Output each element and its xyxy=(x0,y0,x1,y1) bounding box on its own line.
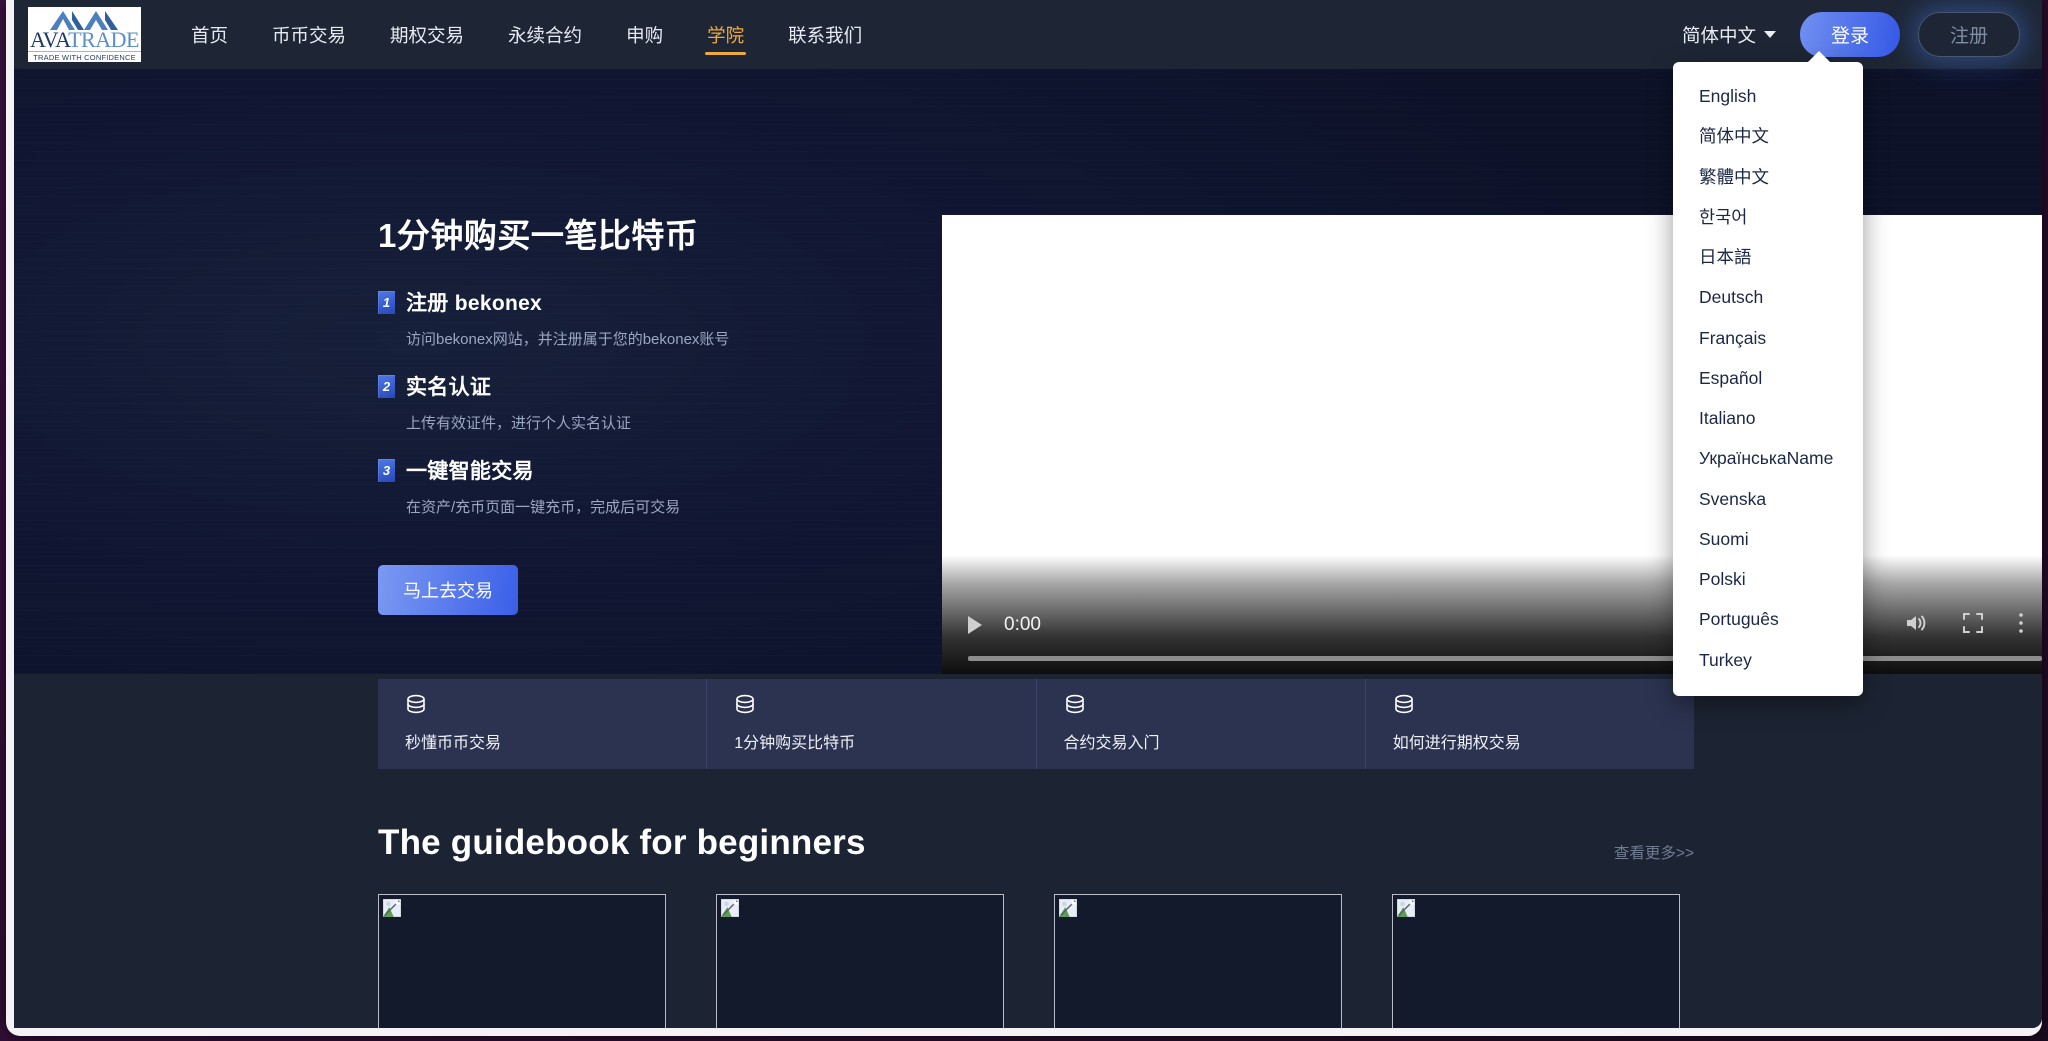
guidebook-view-more-link[interactable]: 查看更多>> xyxy=(1614,841,1694,863)
coin-stack-icon xyxy=(734,693,756,717)
hero-step-3: 3 一键智能交易 在资产/充币页面一键充币，完成后可交易 xyxy=(378,455,938,517)
register-button[interactable]: 注册 xyxy=(1918,12,2020,57)
guidebook-card-grid xyxy=(378,894,1680,1028)
broken-image-icon xyxy=(1059,899,1077,917)
language-option-swedish[interactable]: Svenska xyxy=(1673,479,1863,519)
guidebook-title: The guidebook for beginners xyxy=(378,823,866,863)
language-option-traditional-chinese[interactable]: 繁體中文 xyxy=(1673,157,1863,197)
category-card-buy-bitcoin[interactable]: 1分钟购买比特币 xyxy=(707,679,1036,769)
language-current-label: 简体中文 xyxy=(1682,22,1756,48)
nav-item-spot-trading[interactable]: 币币交易 xyxy=(250,0,368,69)
avatrade-logo[interactable]: AVATRADE TRADE WITH CONFIDENCE xyxy=(28,7,141,62)
logo-tagline: TRADE WITH CONFIDENCE xyxy=(28,51,141,62)
video-current-time: 0:00 xyxy=(1004,614,1041,636)
category-card-contract-basics[interactable]: 合约交易入门 xyxy=(1037,679,1366,769)
nav-item-academy[interactable]: 学院 xyxy=(685,0,766,69)
logo-word-trade: TRADE xyxy=(68,27,139,52)
language-switcher[interactable]: 简体中文 xyxy=(1682,22,1776,48)
nav-right-cluster: 简体中文 登录 注册 xyxy=(1682,0,2042,69)
nav-item-perpetual-contracts[interactable]: 永续合约 xyxy=(486,0,604,69)
category-card-spot-trading[interactable]: 秒懂币币交易 xyxy=(378,679,707,769)
video-controls-bar: 0:00 xyxy=(942,555,2042,674)
video-controls-row: 0:00 xyxy=(942,603,2042,647)
hero-step-1-desc: 访问bekonex网站，并注册属于您的bekonex账号 xyxy=(406,328,938,349)
coin-stack-icon xyxy=(1393,693,1415,717)
start-trading-button[interactable]: 马上去交易 xyxy=(378,565,518,615)
web-page: AVATRADE TRADE WITH CONFIDENCE 首页 币币交易 期… xyxy=(14,0,2042,1028)
language-option-spanish[interactable]: Español xyxy=(1673,358,1863,398)
language-option-polish[interactable]: Polski xyxy=(1673,559,1863,599)
language-option-english[interactable]: English xyxy=(1673,76,1863,116)
language-option-japanese[interactable]: 日本語 xyxy=(1673,237,1863,277)
hero-step-1: 1 注册 bekonex 访问bekonex网站，并注册属于您的bekonex账… xyxy=(378,287,938,349)
desktop-background: AVATRADE TRADE WITH CONFIDENCE 首页 币币交易 期… xyxy=(0,0,2048,1041)
guidebook-card[interactable] xyxy=(716,894,1004,1028)
hero-step-3-number: 3 xyxy=(378,459,395,482)
nav-item-subscription[interactable]: 申购 xyxy=(604,0,685,69)
hero-step-1-head: 1 注册 bekonex xyxy=(378,287,938,317)
nav-item-home[interactable]: 首页 xyxy=(169,0,250,69)
language-option-simplified-chinese[interactable]: 简体中文 xyxy=(1673,116,1863,156)
broken-image-icon xyxy=(383,899,401,917)
tutorial-video-player[interactable]: 0:00 xyxy=(942,215,2042,674)
category-strip: 秒懂币币交易 1分钟购买比特币 合约交易入门 xyxy=(378,679,1694,769)
language-option-korean[interactable]: 한국어 xyxy=(1673,197,1863,237)
category-label: 1分钟购买比特币 xyxy=(734,729,1035,753)
category-label: 秒懂币币交易 xyxy=(405,729,706,753)
guidebook-header: The guidebook for beginners 查看更多>> xyxy=(378,823,1694,863)
broken-image-icon xyxy=(721,899,739,917)
play-icon[interactable] xyxy=(968,616,982,634)
coin-stack-icon xyxy=(405,693,427,717)
primary-nav-links: 首页 币币交易 期权交易 永续合约 申购 学院 联系我们 xyxy=(169,0,884,69)
guidebook-card[interactable] xyxy=(1054,894,1342,1028)
category-label: 合约交易入门 xyxy=(1064,729,1365,753)
top-navigation-bar: AVATRADE TRADE WITH CONFIDENCE 首页 币币交易 期… xyxy=(14,0,2042,69)
hero-step-2-head: 2 实名认证 xyxy=(378,371,938,401)
browser-window-frame: AVATRADE TRADE WITH CONFIDENCE 首页 币币交易 期… xyxy=(6,0,2042,1036)
language-option-french[interactable]: Français xyxy=(1673,318,1863,358)
category-label: 如何进行期权交易 xyxy=(1393,729,1694,753)
hero-step-2-title: 实名认证 xyxy=(406,371,491,401)
hero-step-2-number: 2 xyxy=(378,375,395,398)
guidebook-card[interactable] xyxy=(378,894,666,1028)
hero-step-1-number: 1 xyxy=(378,291,395,314)
broken-image-icon xyxy=(1397,899,1415,917)
hero-step-2-desc: 上传有效证件，进行个人实名认证 xyxy=(406,412,938,433)
hero-step-2: 2 实名认证 上传有效证件，进行个人实名认证 xyxy=(378,371,938,433)
hero-step-1-title: 注册 bekonex xyxy=(406,287,542,317)
logo-wordmark: AVATRADE xyxy=(30,30,139,50)
coin-stack-icon xyxy=(1064,693,1086,717)
guidebook-card[interactable] xyxy=(1392,894,1680,1028)
fullscreen-icon[interactable] xyxy=(1962,612,1984,639)
nav-item-contact-us[interactable]: 联系我们 xyxy=(766,0,884,69)
hero-step-3-title: 一键智能交易 xyxy=(406,455,534,485)
language-option-turkish[interactable]: Turkey xyxy=(1673,640,1863,680)
hero-title: 1分钟购买一笔比特币 xyxy=(378,209,938,257)
video-right-controls xyxy=(1904,611,2024,640)
category-card-options-trading[interactable]: 如何进行期权交易 xyxy=(1366,679,1694,769)
video-progress-bar[interactable] xyxy=(968,656,2042,661)
hero-step-3-head: 3 一键智能交易 xyxy=(378,455,938,485)
language-option-finnish[interactable]: Suomi xyxy=(1673,519,1863,559)
guidebook-section: The guidebook for beginners 查看更多>> xyxy=(14,769,2042,1028)
logo-word-ava: AVA xyxy=(30,27,68,52)
language-option-ukrainian[interactable]: УкраїнськаName xyxy=(1673,438,1863,478)
volume-icon[interactable] xyxy=(1904,612,1928,639)
chevron-down-icon xyxy=(1764,31,1776,38)
language-option-italian[interactable]: Italiano xyxy=(1673,398,1863,438)
hero-step-3-desc: 在资产/充币页面一键充币，完成后可交易 xyxy=(406,496,938,517)
more-options-icon[interactable] xyxy=(2018,611,2024,640)
language-dropdown-menu[interactable]: English 简体中文 繁體中文 한국어 日本語 Deutsch França… xyxy=(1673,62,1863,696)
language-option-portuguese[interactable]: Português xyxy=(1673,599,1863,639)
hero-text-block: 1分钟购买一笔比特币 1 注册 bekonex 访问bekonex网站，并注册属… xyxy=(378,209,938,615)
nav-item-options-trading[interactable]: 期权交易 xyxy=(368,0,486,69)
language-option-german[interactable]: Deutsch xyxy=(1673,277,1863,317)
